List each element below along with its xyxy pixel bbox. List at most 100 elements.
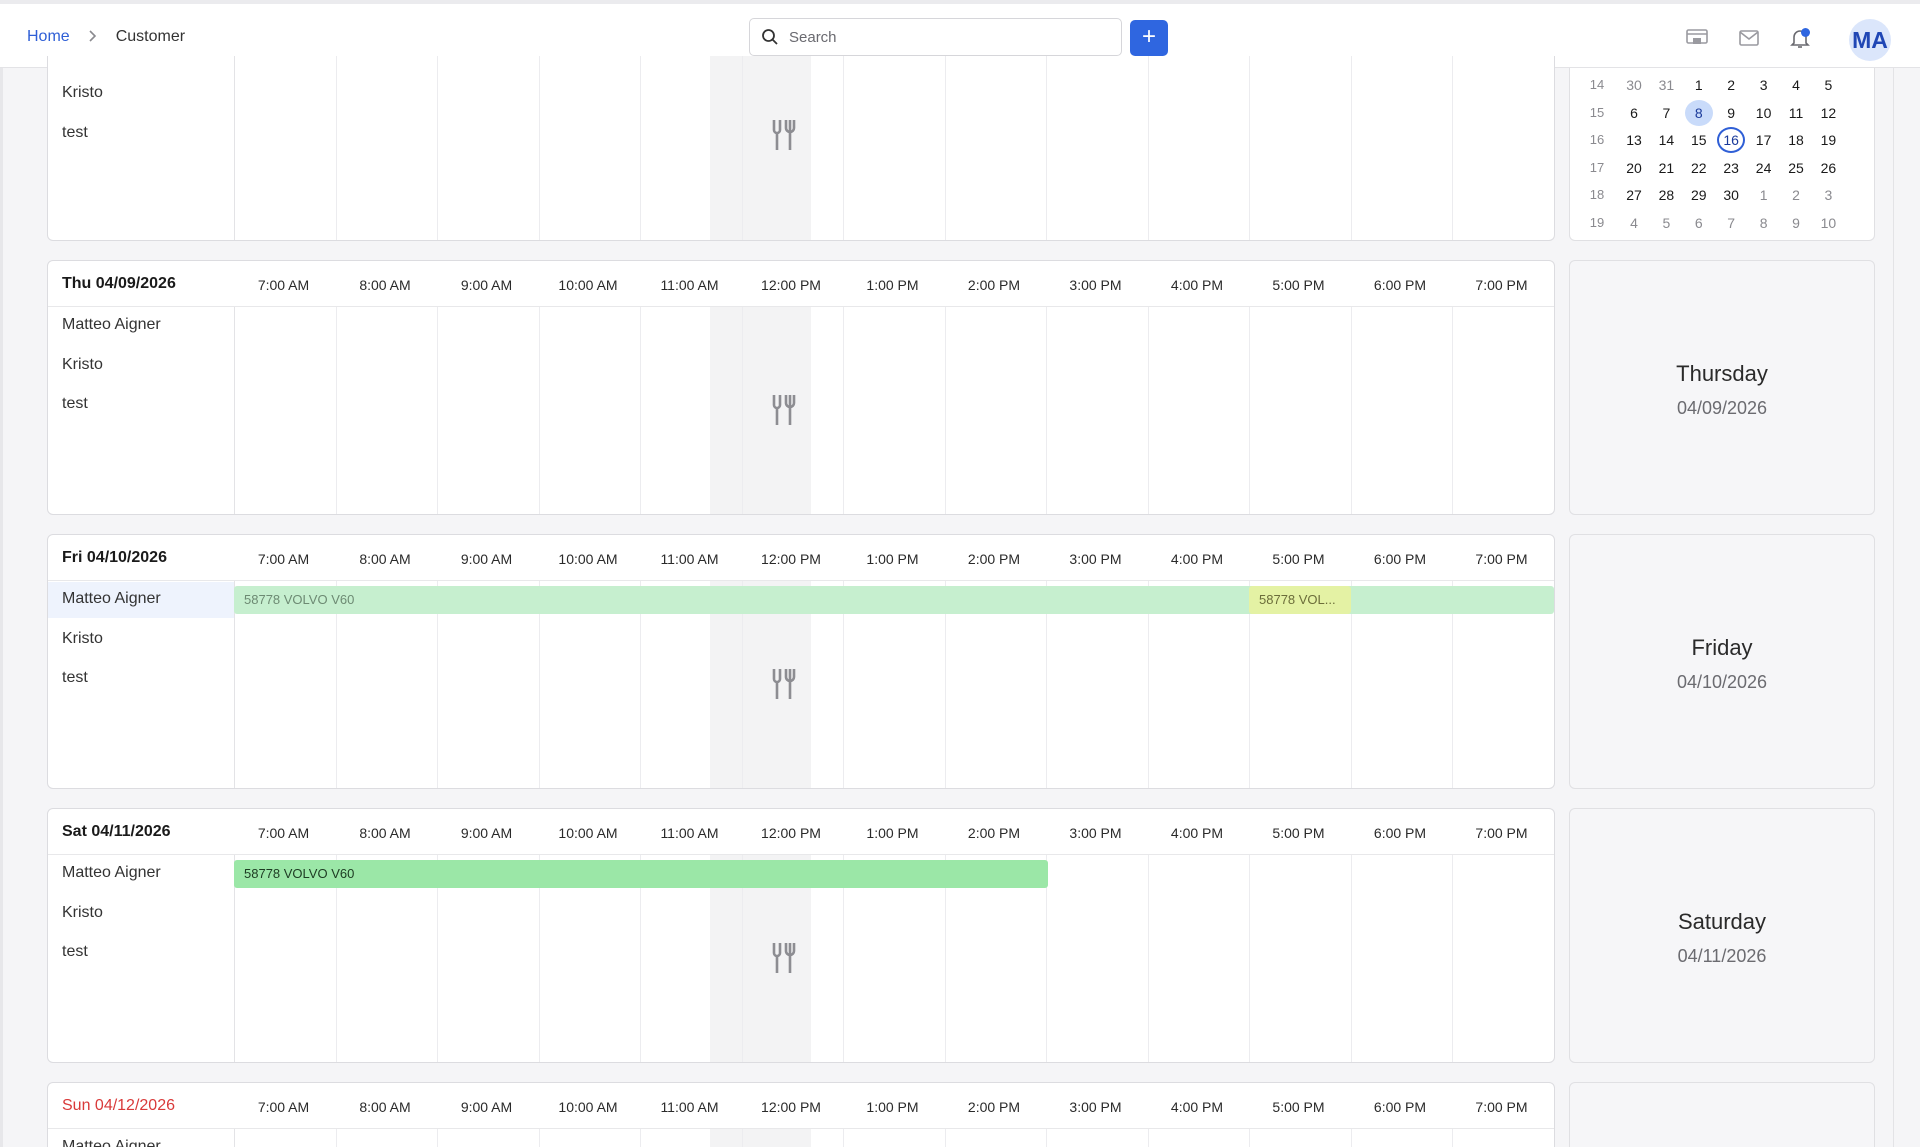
employee-name[interactable]: Matteo Aigner bbox=[62, 316, 161, 334]
hour-grid-line bbox=[538, 307, 540, 514]
employee-name[interactable]: Kristo bbox=[62, 84, 103, 102]
breadcrumb-home-link[interactable]: Home bbox=[27, 28, 70, 46]
day-date-label[interactable]: Sun 04/12/2026 bbox=[62, 1097, 175, 1115]
booking-bar[interactable]: 58778 VOL... bbox=[1249, 586, 1351, 614]
calendar-day[interactable]: 29 bbox=[1685, 182, 1713, 208]
calendar-day[interactable]: 10 bbox=[1750, 100, 1778, 126]
calendar-day[interactable]: 8 bbox=[1750, 210, 1778, 236]
hour-grid-line bbox=[437, 307, 438, 514]
calendar-day[interactable]: 7 bbox=[1652, 100, 1680, 126]
time-slot-label: 12:00 PM bbox=[761, 825, 821, 841]
employee-name[interactable]: Kristo bbox=[62, 630, 103, 648]
search-box[interactable] bbox=[749, 18, 1122, 56]
calendar-day[interactable]: 19 bbox=[1814, 127, 1842, 153]
time-slot-label: 8:00 AM bbox=[359, 825, 411, 841]
calendar-day[interactable]: 22 bbox=[1685, 155, 1713, 181]
employee-name[interactable]: Kristo bbox=[62, 904, 103, 922]
calendar-day[interactable]: 4 bbox=[1782, 72, 1810, 98]
calendar-day[interactable]: 18 bbox=[1782, 127, 1810, 153]
day-panel-thursday: Thu 04/09/2026 7:00 AM 8:00 AM 9:00 AM 10:00… bbox=[47, 260, 1555, 515]
time-slot-label: 1:00 PM bbox=[866, 551, 919, 567]
hour-grid-line bbox=[1350, 1129, 1352, 1147]
calendar-day[interactable]: 9 bbox=[1782, 210, 1810, 236]
day-panel-sunday: Sun 04/12/2026 7:00 AM 8:00 AM 9:00 AM 10:00… bbox=[47, 1082, 1555, 1147]
day-summary-card-saturday[interactable]: Saturday 04/11/2026 bbox=[1569, 808, 1875, 1063]
calendar-day[interactable]: 15 bbox=[1685, 127, 1713, 153]
calendar-day[interactable]: 23 bbox=[1717, 155, 1745, 181]
calendar-day[interactable]: 1 bbox=[1685, 72, 1713, 98]
mail-icon[interactable] bbox=[1737, 26, 1761, 50]
avatar[interactable]: MA bbox=[1849, 19, 1891, 61]
calendar-week-number: 14 bbox=[1589, 77, 1605, 92]
time-slot-label: 4:00 PM bbox=[1170, 277, 1224, 293]
display-icon[interactable] bbox=[1685, 26, 1709, 50]
calendar-day[interactable]: 10 bbox=[1814, 210, 1842, 236]
calendar-day[interactable]: 8 bbox=[1684, 99, 1713, 126]
calendar-day[interactable]: 12 bbox=[1814, 100, 1842, 126]
day-date-label[interactable]: Sat 04/11/2026 bbox=[62, 823, 171, 841]
calendar-day[interactable]: 16 bbox=[1717, 127, 1746, 153]
hour-grid-line bbox=[944, 1129, 946, 1147]
calendar-day[interactable]: 6 bbox=[1685, 210, 1713, 236]
calendar-day[interactable]: 5 bbox=[1652, 210, 1680, 236]
calendar-day[interactable]: 14 bbox=[1652, 127, 1680, 153]
calendar-day[interactable]: 6 bbox=[1620, 100, 1648, 126]
calendar-week-number: 16 bbox=[1589, 132, 1605, 147]
booking-bar[interactable]: 58778 VOLVO V60 bbox=[234, 860, 1048, 888]
chevron-right-icon bbox=[88, 29, 98, 45]
calendar-day[interactable]: 3 bbox=[1814, 182, 1842, 208]
calendar-day[interactable]: 28 bbox=[1652, 182, 1680, 208]
time-slot-label: 3:00 PM bbox=[1069, 825, 1122, 841]
calendar-day[interactable]: 7 bbox=[1717, 210, 1745, 236]
hour-grid-line bbox=[944, 307, 946, 514]
day-date-label[interactable]: Fri 04/10/2026 bbox=[62, 549, 167, 567]
page-edge bbox=[0, 68, 3, 1147]
add-button[interactable]: + bbox=[1130, 20, 1168, 56]
time-slot-label: 4:00 PM bbox=[1170, 825, 1224, 841]
calendar-day[interactable]: 17 bbox=[1750, 127, 1778, 153]
hour-grid-line bbox=[1147, 56, 1149, 240]
calendar-day[interactable]: 13 bbox=[1620, 127, 1648, 153]
employee-name[interactable]: test bbox=[62, 124, 88, 142]
hour-grid-line bbox=[741, 307, 743, 514]
calendar-day[interactable]: 30 bbox=[1717, 182, 1745, 208]
day-header: Thu 04/09/2026 7:00 AM 8:00 AM 9:00 AM 10:00… bbox=[48, 261, 1554, 307]
calendar-day[interactable]: 4 bbox=[1620, 210, 1648, 236]
breadcrumb: Home Customer bbox=[27, 28, 185, 46]
booking-bar[interactable]: 58778 VOLVO V60 bbox=[234, 586, 1554, 614]
time-slot-label: 7:00 AM bbox=[257, 551, 310, 567]
calendar-day[interactable]: 25 bbox=[1782, 155, 1810, 181]
calendar-day[interactable]: 21 bbox=[1652, 155, 1680, 181]
name-column-divider bbox=[234, 1129, 235, 1147]
calendar-day[interactable]: 26 bbox=[1814, 155, 1842, 181]
calendar-day[interactable]: 9 bbox=[1717, 100, 1745, 126]
day-date-label[interactable]: Thu 04/09/2026 bbox=[62, 275, 176, 293]
day-header: Sat 04/11/2026 7:00 AM 8:00 AM 9:00 AM 10:00… bbox=[48, 809, 1554, 855]
employee-name[interactable]: Kristo bbox=[62, 356, 103, 374]
calendar-day[interactable]: 27 bbox=[1620, 182, 1648, 208]
time-slot-label: 1:00 PM bbox=[866, 1099, 919, 1115]
calendar-day[interactable]: 3 bbox=[1750, 72, 1778, 98]
calendar-day[interactable]: 5 bbox=[1814, 72, 1842, 98]
time-slot-label: 9:00 AM bbox=[460, 277, 513, 293]
calendar-day[interactable]: 11 bbox=[1782, 100, 1810, 126]
employee-name[interactable]: Matteo Aigner bbox=[62, 590, 161, 608]
calendar-day[interactable]: 1 bbox=[1750, 182, 1778, 208]
calendar-day[interactable]: 20 bbox=[1620, 155, 1648, 181]
employee-name[interactable]: test bbox=[62, 943, 88, 961]
employee-name[interactable]: Matteo Aigner bbox=[62, 1138, 161, 1147]
day-summary-card-friday[interactable]: Friday 04/10/2026 bbox=[1569, 534, 1875, 789]
calendar-day[interactable]: 31 bbox=[1652, 72, 1680, 98]
employee-name[interactable]: test bbox=[62, 669, 88, 687]
employee-name[interactable]: test bbox=[62, 395, 88, 413]
calendar-day[interactable]: 2 bbox=[1782, 182, 1810, 208]
employee-name[interactable]: Matteo Aigner bbox=[62, 864, 161, 882]
calendar-day[interactable]: 24 bbox=[1750, 155, 1778, 181]
calendar-day[interactable]: 30 bbox=[1620, 72, 1648, 98]
breadcrumb-current: Customer bbox=[115, 28, 186, 45]
search-input[interactable] bbox=[789, 28, 1089, 46]
day-summary-card-sunday[interactable] bbox=[1569, 1082, 1875, 1147]
day-summary-card-thursday[interactable]: Thursday 04/09/2026 bbox=[1569, 260, 1875, 515]
fork-knife-icon bbox=[772, 395, 796, 425]
calendar-day[interactable]: 2 bbox=[1717, 72, 1745, 98]
